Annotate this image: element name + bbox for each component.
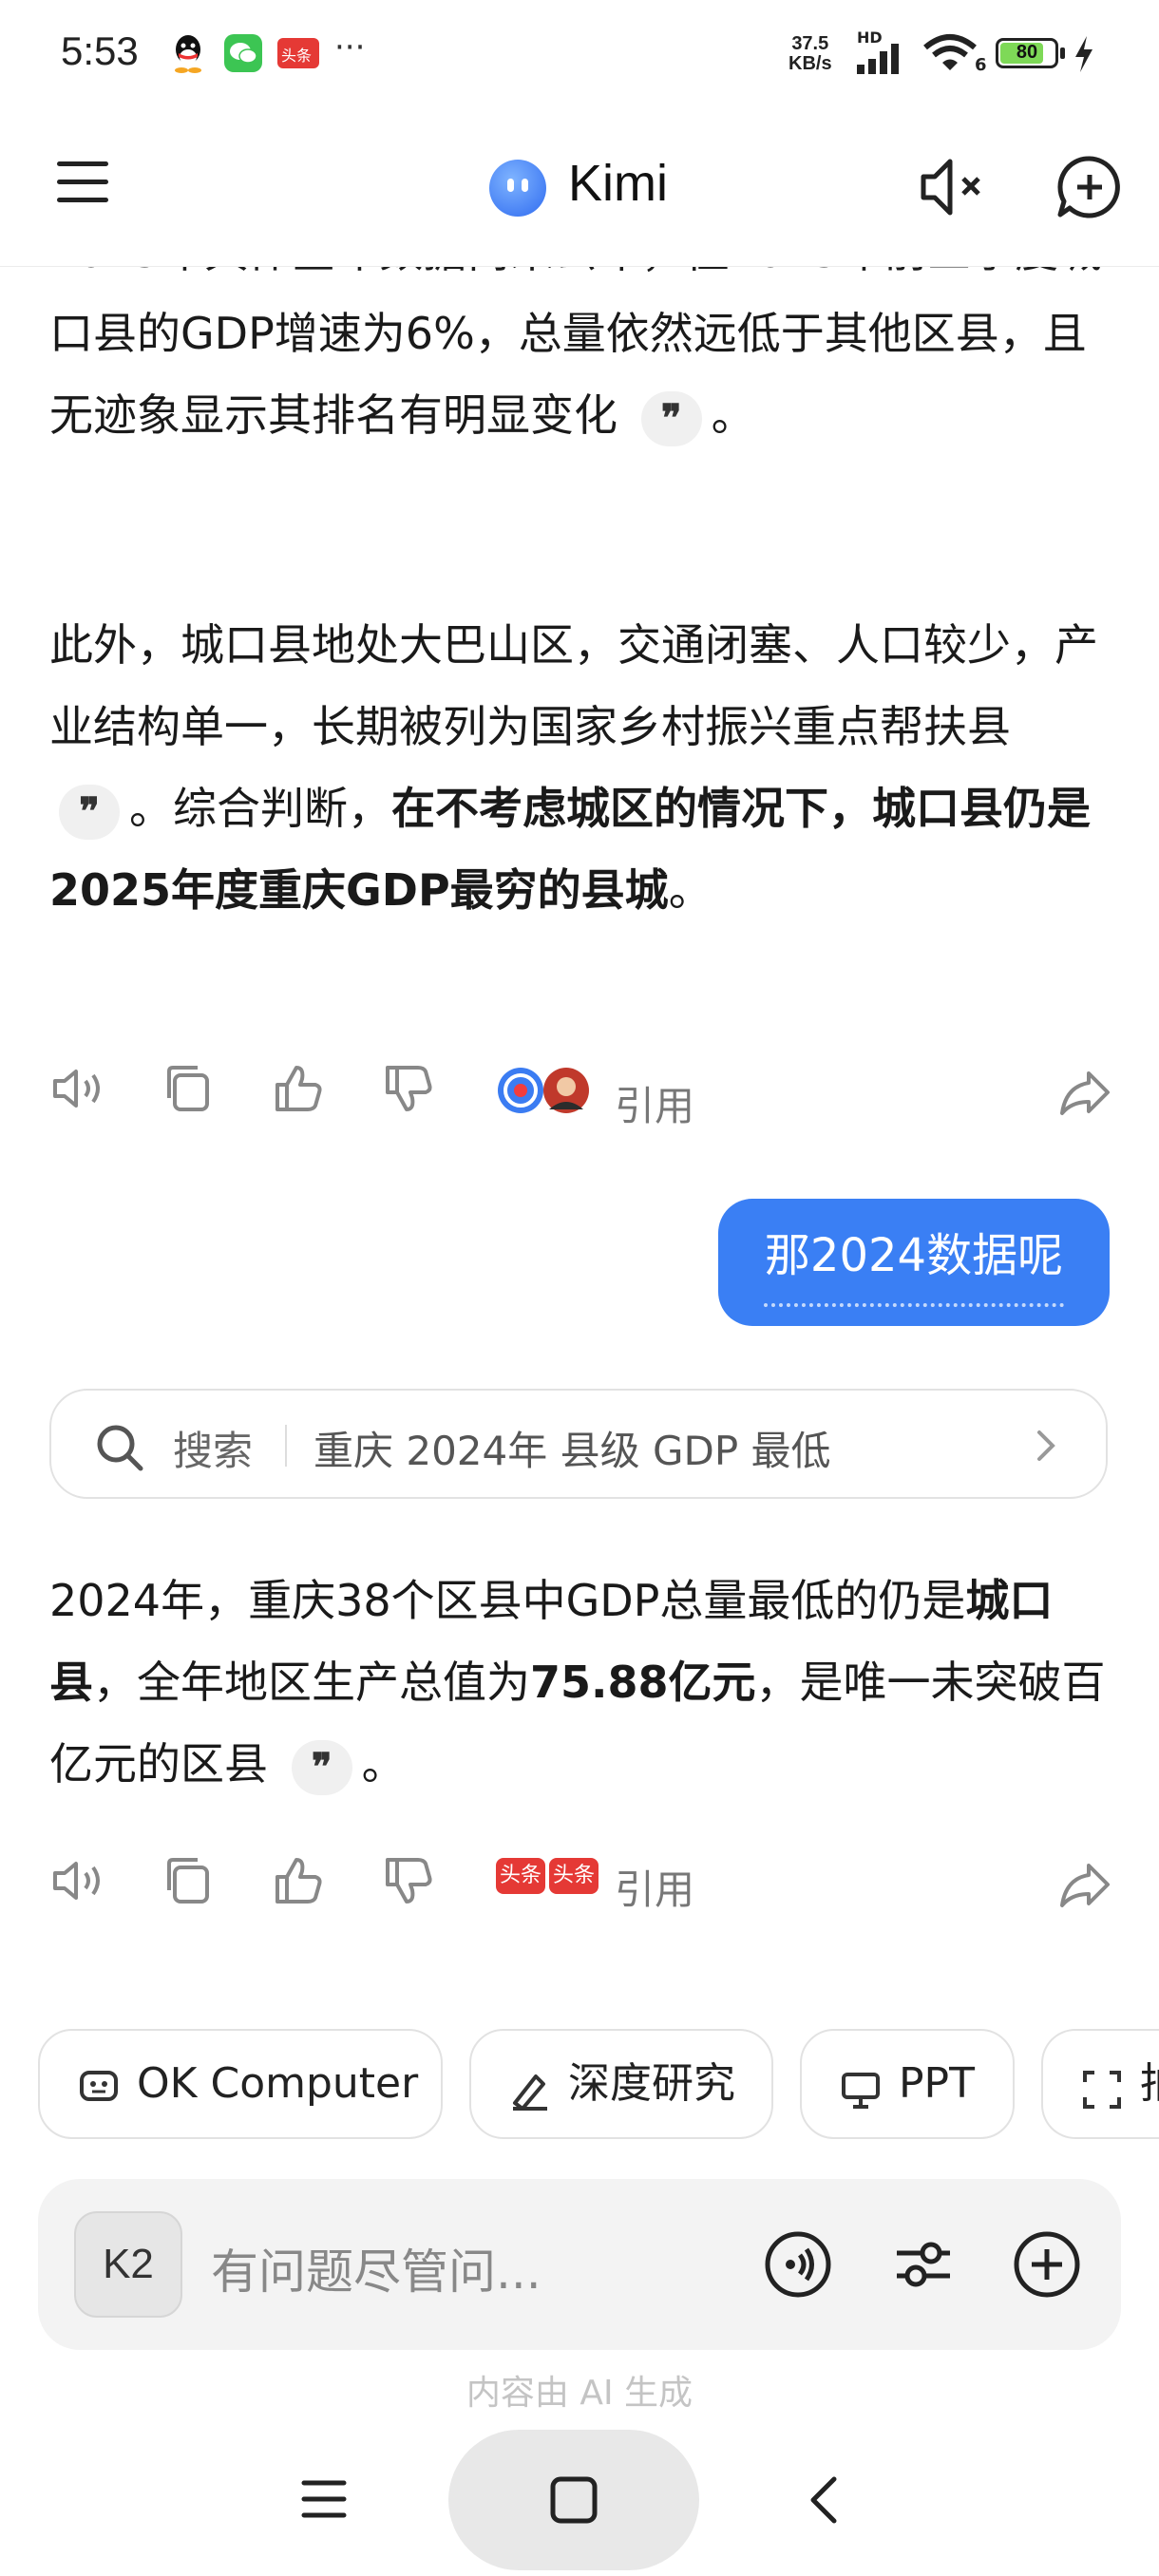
ok-computer-icon xyxy=(80,2071,118,2101)
deep-research-icon xyxy=(513,2074,547,2111)
new-chat-icon[interactable] xyxy=(1056,154,1123,220)
chevron-right-icon xyxy=(1037,1430,1055,1461)
model-selector[interactable]: K2 xyxy=(74,2211,182,2318)
references-label[interactable]: 引用 xyxy=(615,1858,694,1916)
assistant-message-2: 此外，城口县地处大巴山区，交通闭塞、人口较少，产业结构单一，长期被列为国家乡村振… xyxy=(49,619,1098,916)
chat-input-bar: K2 有问题尽管问... xyxy=(38,2179,1121,2350)
thumbs-down-icon[interactable] xyxy=(380,1852,437,1909)
presentation-icon xyxy=(842,2073,880,2109)
signal-icon xyxy=(857,44,899,74)
thumbs-up-icon[interactable] xyxy=(270,1060,327,1117)
ppt-chip[interactable]: PPT xyxy=(800,2029,1015,2139)
wifi-icon xyxy=(923,34,977,70)
back-icon[interactable] xyxy=(804,2473,842,2527)
search-query-pill[interactable]: 搜索 重庆 2024年 县级 GDP 最低 xyxy=(49,1389,1108,1499)
speaker-icon[interactable] xyxy=(49,1060,106,1117)
home-button[interactable] xyxy=(448,2430,699,2570)
recent-apps-icon[interactable] xyxy=(300,2477,348,2521)
chat-input[interactable]: 有问题尽管问... xyxy=(211,2234,542,2302)
app-title: Kimi xyxy=(568,155,668,212)
photo-chip[interactable]: 拍 xyxy=(1041,2029,1159,2139)
voice-icon[interactable] xyxy=(764,2230,832,2299)
copy-icon[interactable] xyxy=(160,1852,217,1909)
message-actions: 引用 xyxy=(49,1060,1113,1129)
wifi-badge: 6 xyxy=(975,55,987,75)
message-actions: 头条 头条 引用 xyxy=(49,1852,1113,1919)
source-avatars[interactable]: 头条 头条 xyxy=(496,1858,599,1907)
qq-icon xyxy=(175,35,201,73)
scan-icon xyxy=(1083,2071,1121,2109)
thumbs-down-icon[interactable] xyxy=(380,1060,437,1117)
share-icon[interactable] xyxy=(1056,1856,1113,1913)
network-speed: 37.5 KB/s xyxy=(788,33,832,74)
charging-icon xyxy=(1075,36,1092,72)
citation-icon[interactable]: ❞ xyxy=(291,1739,352,1795)
kimi-logo-icon xyxy=(489,160,546,217)
speaker-icon[interactable] xyxy=(49,1852,106,1909)
citation-icon[interactable]: ❞ xyxy=(59,784,120,840)
settings-sliders-icon[interactable] xyxy=(889,2230,958,2299)
deep-research-chip[interactable]: 深度研究 xyxy=(469,2029,773,2139)
toutiao-badge: 头条 xyxy=(549,1858,599,1894)
mute-icon[interactable] xyxy=(918,154,994,220)
ai-disclaimer: 内容由 AI 生成 xyxy=(466,2374,694,2413)
share-icon[interactable] xyxy=(1056,1064,1113,1121)
wechat-icon xyxy=(224,34,262,72)
source-avatars[interactable] xyxy=(496,1066,598,1115)
ok-computer-chip[interactable]: OK Computer xyxy=(38,2029,443,2139)
toutiao-badge: 头条 xyxy=(496,1858,546,1894)
status-more: ··· xyxy=(334,28,366,66)
assistant-message-3: 2024年，重庆38个区县中GDP总量最低的仍是城口县，全年地区生产总值为75.… xyxy=(49,1560,1113,1805)
home-icon xyxy=(550,2476,598,2524)
menu-icon[interactable] xyxy=(57,161,110,215)
thumbs-up-icon[interactable] xyxy=(270,1852,327,1909)
citation-icon[interactable]: ❞ xyxy=(640,390,702,446)
search-query-text: 重庆 2024年 县级 GDP 最低 xyxy=(314,1428,831,1474)
status-bar: 5:53 头条 ··· 37.5 KB/s HD 6 80 xyxy=(0,0,1159,114)
system-nav-bar xyxy=(0,2422,1159,2576)
search-label: 搜索 xyxy=(173,1428,254,1474)
battery-icon: 80 xyxy=(996,38,1058,68)
search-icon xyxy=(97,1425,143,1471)
app-header: Kimi xyxy=(0,114,1159,267)
user-message-bubble: 那2024数据呢 xyxy=(718,1199,1110,1326)
add-icon[interactable] xyxy=(1013,2230,1081,2299)
battery-tip xyxy=(1060,47,1065,59)
references-label[interactable]: 引用 xyxy=(615,1066,694,1147)
copy-icon[interactable] xyxy=(160,1060,217,1117)
status-time: 5:53 xyxy=(61,28,139,73)
toutiao-icon: 头条 xyxy=(277,38,319,68)
